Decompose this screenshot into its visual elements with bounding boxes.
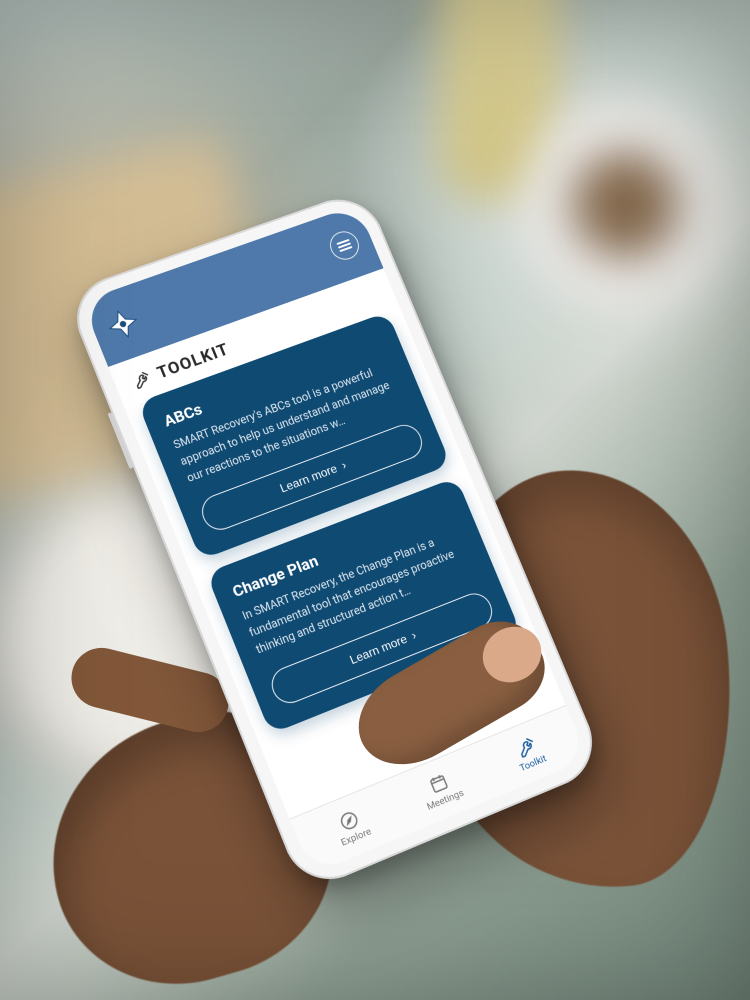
learn-more-label: Learn more [278, 462, 339, 496]
menu-button[interactable] [326, 228, 364, 264]
tools-icon [131, 369, 154, 392]
mockup-scene: TOOLKIT ABCs SMART Recovery's ABCs tool … [0, 0, 750, 1000]
learn-more-label: Learn more [348, 632, 409, 667]
background-coffee-cup [520, 100, 730, 310]
chevron-right-icon: › [340, 459, 349, 473]
app-logo-icon [102, 304, 144, 344]
chevron-right-icon: › [409, 628, 418, 642]
hamburger-icon [336, 239, 352, 252]
